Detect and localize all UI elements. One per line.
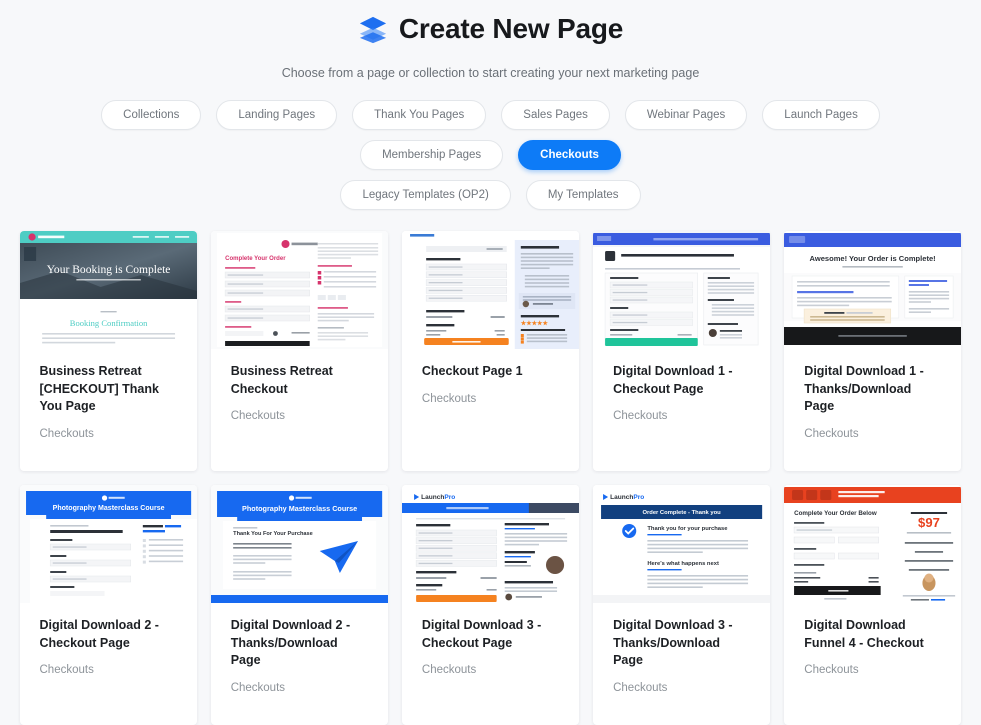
template-category: Checkouts [39, 428, 94, 441]
template-title: Checkout Page 1 [421, 363, 523, 378]
template-card-body: Checkout Page 1 Checkouts [402, 349, 579, 471]
filter-chip-collections[interactable]: Collections [101, 99, 202, 130]
template-card[interactable]: LaunchPro Digital Download 3 - Checkout … [401, 484, 580, 725]
template-title: Digital Download 3 - Thanks/Download Pag… [613, 617, 733, 668]
filter-chip-landing-pages[interactable]: Landing Pages [216, 99, 338, 130]
template-card-body: Digital Download 1 - Thanks/Download Pag… [784, 349, 961, 471]
page-title: Create New Page [398, 13, 624, 44]
svg-text:LaunchPro: LaunchPro [421, 494, 455, 501]
template-card[interactable]: Digital Download 1 - Checkout Page Checko… [593, 230, 771, 471]
template-thumbnail: LaunchPro Order Complete - Thank you Tha… [593, 484, 771, 603]
template-title: Digital Download 1 - Thanks/Download Pag… [804, 363, 924, 414]
template-thumbnail: ★★★★★ [401, 230, 580, 349]
filter-chip-membership-pages[interactable]: Membership Pages [360, 139, 504, 170]
filter-chip-row-2: Legacy Templates (OP2) My Templates [0, 179, 981, 210]
template-card-body: Digital Download Funnel 4 - Checkout Chec… [784, 603, 961, 725]
template-thumbnail: Photography Masterclass Course Thank You… [210, 484, 388, 603]
template-category: Checkouts [230, 410, 286, 423]
template-card-body: Business Retreat Checkout Checkouts [211, 349, 388, 471]
svg-text:Photography Masterclass Course: Photography Masterclass Course [52, 505, 164, 512]
svg-text:Thank You For Your Purchase: Thank You For Your Purchase [233, 531, 313, 537]
title-row: Create New Page [0, 13, 981, 45]
template-card-body: Business Retreat [CHECKOUT] Thank You Pa… [20, 349, 197, 471]
svg-text:Booking Confirmation: Booking Confirmation [69, 318, 147, 328]
template-title: Digital Download Funnel 4 - Checkout [804, 617, 924, 650]
layers-icon [358, 14, 388, 44]
svg-text:$97: $97 [918, 515, 940, 530]
template-card-body: Digital Download 2 - Thanks/Download Pag… [211, 603, 388, 725]
svg-text:Complete Your Order: Complete Your Order [225, 256, 286, 262]
template-card[interactable]: Photography Masterclass Course Digital D… [19, 484, 197, 725]
svg-text:Order Complete - Thank you: Order Complete - Thank you [643, 510, 722, 516]
filter-chip-thank-you-pages[interactable]: Thank You Pages [352, 99, 487, 130]
template-card[interactable]: Photography Masterclass Course Thank You… [210, 484, 388, 725]
template-category: Checkouts [613, 410, 668, 423]
svg-text:LaunchPro: LaunchPro [610, 494, 644, 501]
filter-chip-row-1: Collections Landing Pages Thank You Pages S… [0, 99, 981, 170]
template-thumbnail: Complete Your Order Below $97 [784, 484, 962, 603]
template-thumbnail [593, 230, 771, 349]
svg-text:Thank you for your purchase: Thank you for your purchase [647, 526, 728, 532]
filter-chip-checkouts[interactable]: Checkouts [518, 139, 621, 170]
template-category: Checkouts [804, 428, 859, 441]
template-card[interactable]: Complete Your Order Business Retreat Che… [210, 230, 388, 471]
filter-chip-my-templates[interactable]: My Templates [525, 179, 641, 210]
svg-text:Your Booking is Complete: Your Booking is Complete [46, 264, 170, 276]
filter-chip-legacy-templates-op2[interactable]: Legacy Templates (OP2) [340, 179, 511, 210]
svg-text:★★★★★: ★★★★★ [521, 320, 549, 327]
filter-chip-launch-pages[interactable]: Launch Pages [762, 99, 880, 130]
page-subtitle: Choose from a page or collection to star… [281, 65, 700, 80]
template-category: Checkouts [230, 682, 286, 695]
template-category: Checkouts [421, 664, 477, 677]
template-card[interactable]: LaunchPro Order Complete - Thank you Tha… [593, 484, 771, 725]
template-category: Checkouts [804, 664, 859, 677]
template-title: Business Retreat [CHECKOUT] Thank You Pa… [39, 363, 159, 414]
template-title: Digital Download 1 - Checkout Page [613, 363, 733, 396]
template-title: Digital Download 3 - Checkout Page [421, 617, 542, 650]
template-card-body: Digital Download 3 - Thanks/Download Pag… [593, 603, 770, 725]
filter-chip-webinar-pages[interactable]: Webinar Pages [624, 99, 748, 130]
svg-text:Here's what happens next: Here's what happens next [647, 561, 719, 567]
template-title: Digital Download 2 - Thanks/Download Pag… [230, 617, 351, 668]
template-title: Digital Download 2 - Checkout Page [39, 617, 159, 650]
template-thumbnail: Complete Your Order [210, 230, 388, 349]
template-card[interactable]: Complete Your Order Below $97 Digital Do… [784, 484, 962, 725]
template-thumbnail: Awesome! Your Order is Complete! [784, 230, 962, 349]
template-card-body: Digital Download 1 - Checkout Page Checko… [593, 349, 770, 471]
template-card[interactable]: ★★★★★ Checkout Page 1 Checkouts [401, 230, 580, 471]
template-card-body: Digital Download 3 - Checkout Page Checko… [402, 603, 579, 725]
template-thumbnail: LaunchPro [401, 484, 580, 603]
template-card[interactable]: Your Booking is Complete Booking Confirm… [19, 230, 197, 471]
template-category: Checkouts [613, 682, 668, 695]
template-thumbnail: Your Booking is Complete Booking Confirm… [19, 230, 197, 349]
template-title: Business Retreat Checkout [230, 363, 333, 396]
svg-text:Awesome! Your Order is Complet: Awesome! Your Order is Complete! [810, 254, 936, 263]
template-card-body: Digital Download 2 - Checkout Page Checko… [20, 603, 197, 725]
filter-chip-sales-pages[interactable]: Sales Pages [501, 99, 610, 130]
page-header: Create New Page Choose from a page or co… [0, 0, 981, 80]
svg-text:Photography Masterclass Course: Photography Masterclass Course [242, 504, 357, 513]
template-card[interactable]: Awesome! Your Order is Complete! Digital… [784, 230, 962, 471]
template-thumbnail: Photography Masterclass Course [19, 484, 197, 603]
template-category: Checkouts [39, 664, 94, 677]
template-category: Checkouts [421, 392, 477, 405]
template-grid: Your Booking is Complete Booking Confirm… [19, 230, 962, 725]
svg-text:Complete Your Order Below: Complete Your Order Below [794, 510, 877, 517]
